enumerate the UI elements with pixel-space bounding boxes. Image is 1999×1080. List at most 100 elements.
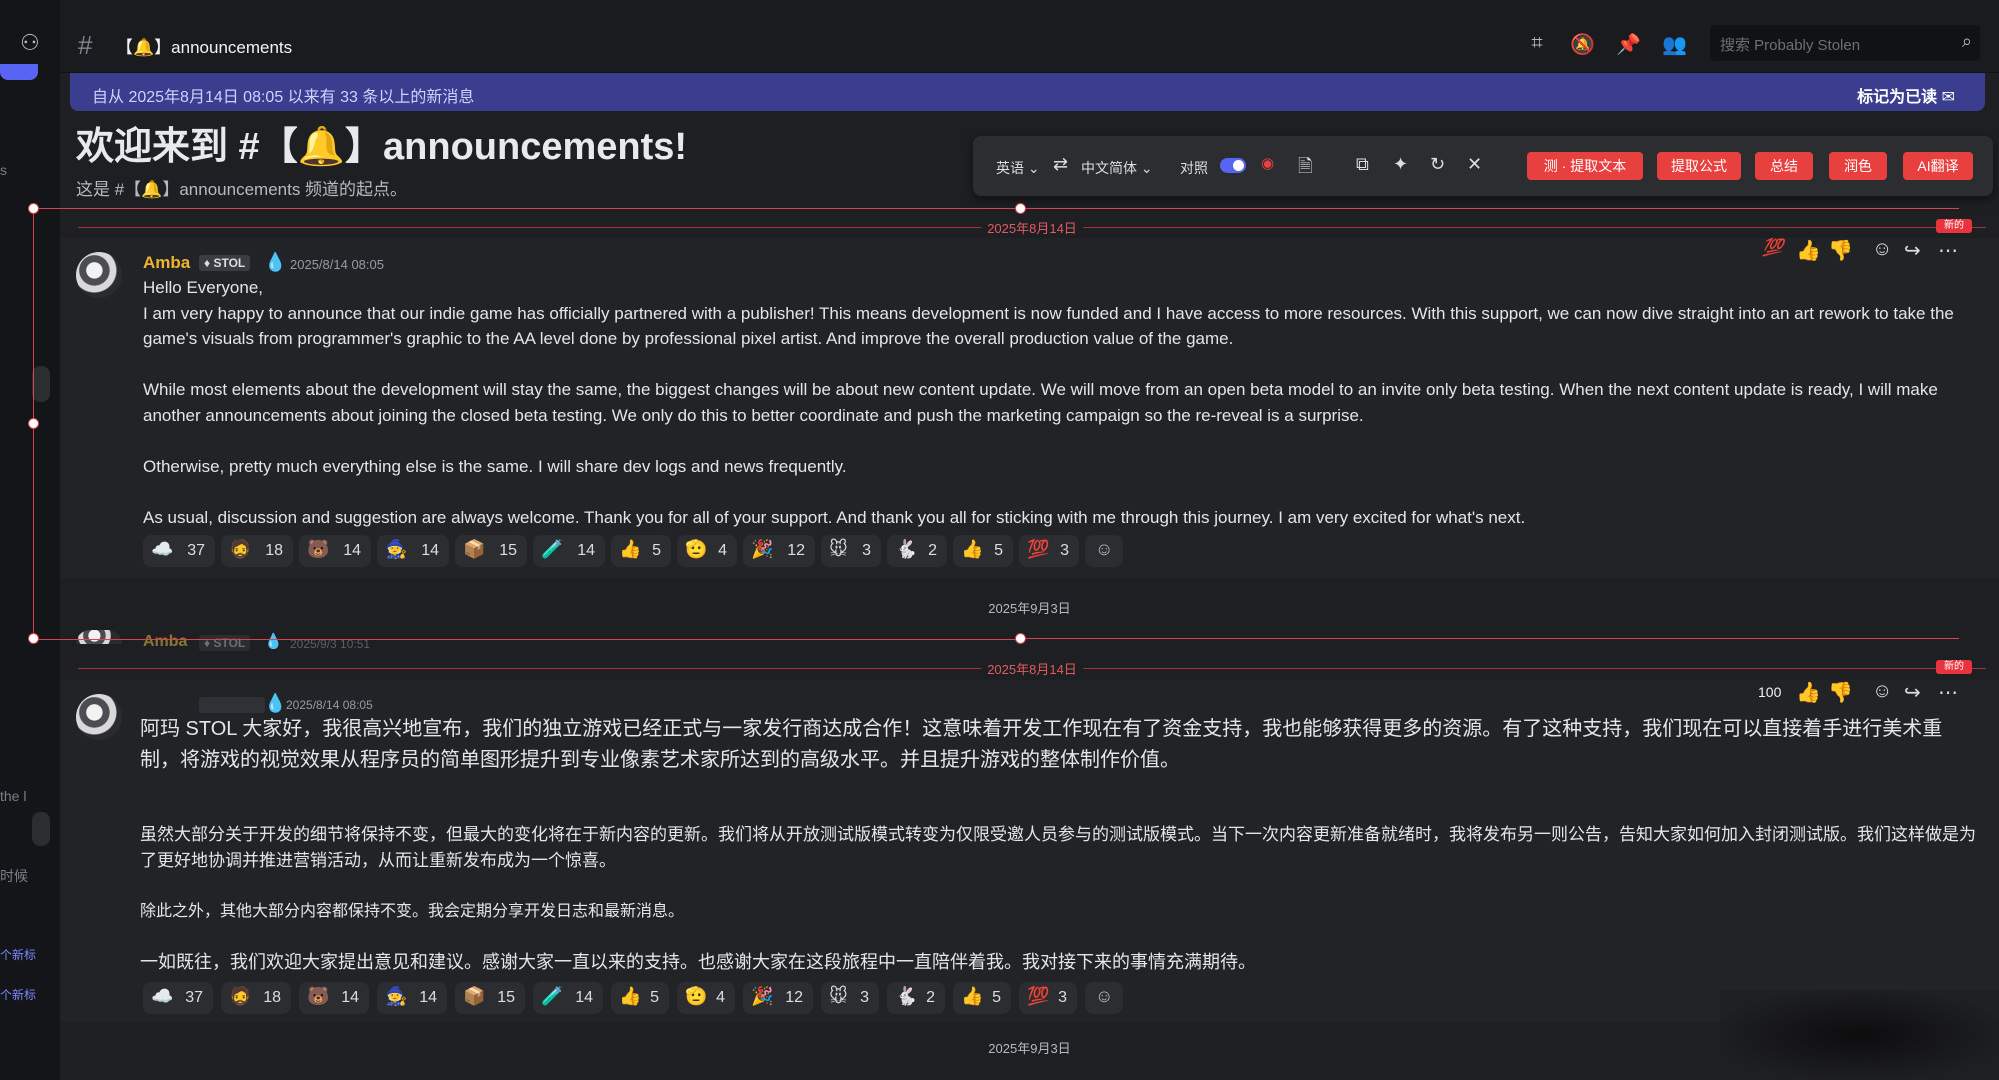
rail-channel-pill[interactable] — [32, 366, 50, 402]
reaction-chip[interactable]: 📦 15 — [455, 535, 527, 567]
water-drop-icon: 💧 — [264, 693, 287, 713]
members-icon[interactable]: 👥 — [1662, 32, 1687, 56]
more-icon[interactable]: ⋯ — [1938, 680, 1958, 705]
reaction-emoji: 🐻 — [307, 539, 330, 559]
divider-date: 2025年8月14日 — [981, 218, 1083, 237]
summary-button[interactable]: 总结 — [1755, 152, 1813, 180]
hundred-reaction-label[interactable]: 100 — [1758, 684, 1781, 700]
add-reaction-icon[interactable]: ☺ — [1872, 238, 1892, 261]
record-icon[interactable]: ◉ — [1261, 154, 1274, 172]
message-chinese[interactable]: 💧 2025/8/14 08:05 100 👍 👎 ☺ ↪ ⋯ 阿玛 STOL … — [60, 680, 1999, 1022]
reaction-chip[interactable]: ☁️ 37 — [143, 535, 215, 567]
reaction-count: 18 — [263, 989, 281, 1006]
avatar[interactable] — [76, 252, 122, 298]
reaction-chip[interactable]: 👍 5 — [953, 982, 1011, 1014]
reaction-chip[interactable]: 🎉 12 — [743, 982, 813, 1014]
reaction-chip[interactable]: 🧔 18 — [221, 982, 291, 1014]
add-reaction-button[interactable]: ☺ — [1085, 982, 1123, 1014]
ai-translate-button[interactable]: AI翻译 — [1903, 152, 1973, 180]
thumbs-down-icon[interactable]: 👎 — [1828, 238, 1853, 263]
mark-as-read-button[interactable]: 标记为已读 ✉ — [1857, 83, 1955, 107]
date-separator: 2025年9月3日 — [988, 601, 1071, 616]
refresh-icon[interactable]: ↻ — [1430, 154, 1445, 175]
more-icon[interactable]: ⋯ — [1938, 238, 1958, 263]
reaction-emoji: 👍 — [619, 539, 642, 559]
save-icon[interactable]: 🗎 — [1298, 154, 1312, 184]
add-member-icon[interactable]: ⚇ — [20, 30, 40, 56]
pin-toolbar-icon[interactable]: ✦ — [1393, 154, 1408, 175]
message-english[interactable]: Amba ♦ STOL 💧 2025/8/14 08:05 💯 👍 👎 ☺ ↪ … — [60, 238, 1999, 578]
reaction-chip[interactable]: 🎉 12 — [743, 535, 815, 567]
reaction-emoji: 🐭 — [829, 986, 848, 1006]
reaction-count: 15 — [497, 989, 515, 1006]
resize-handle[interactable] — [28, 418, 39, 429]
target-language-select[interactable]: 中文简体 ⌄ — [1081, 158, 1153, 178]
reaction-chip[interactable]: ☁️ 37 — [143, 982, 213, 1014]
add-reaction-button[interactable]: ☺ — [1085, 535, 1123, 567]
reaction-emoji: 🐭 — [829, 539, 848, 559]
screenshot-icon[interactable]: ⧉ — [1356, 154, 1369, 175]
resize-handle[interactable] — [1015, 203, 1026, 214]
username[interactable]: Amba — [143, 253, 190, 273]
compare-toggle[interactable] — [1220, 158, 1246, 173]
translate-toolbar: 英语 ⌄ ⇄ 中文简体 ⌄ 对照 ◉ 🗎 ⧉ ✦ ↻ ✕ 测 · 提取文本 提取… — [973, 136, 1993, 196]
reaction-chip[interactable]: 👍 5 — [953, 535, 1013, 567]
reaction-chip[interactable]: 🫡 4 — [677, 982, 735, 1014]
reaction-chip[interactable]: 💯 3 — [1019, 982, 1077, 1014]
mute-bell-icon[interactable]: 🔕 — [1570, 32, 1595, 56]
extract-formula-button[interactable]: 提取公式 — [1657, 152, 1741, 180]
reaction-chip[interactable]: 📦 15 — [455, 982, 525, 1014]
thumbs-up-icon[interactable]: 👍 — [1796, 238, 1821, 263]
new-tag: 新的 — [1936, 660, 1972, 674]
resize-handle[interactable] — [28, 203, 39, 214]
hundred-reaction-icon[interactable]: 💯 — [1762, 238, 1783, 258]
welcome-title: 欢迎来到 #【🔔】announcements! — [76, 126, 688, 168]
thumbs-up-icon[interactable]: 👍 — [1796, 680, 1821, 705]
reaction-chip[interactable]: 🐭 3 — [821, 535, 881, 567]
resize-handle[interactable] — [1015, 633, 1026, 644]
reaction-chip[interactable]: 🧪 14 — [533, 982, 603, 1014]
message-paragraph: Otherwise, pretty much everything else i… — [143, 456, 847, 476]
reaction-chip[interactable]: 💯 3 — [1019, 535, 1079, 567]
reaction-count: 14 — [421, 542, 439, 559]
reaction-chip[interactable]: 🫡 4 — [677, 535, 737, 567]
new-messages-bar[interactable]: 自从 2025年8月14日 08:05 以来有 33 条以上的新消息 标记为已读… — [70, 73, 1985, 111]
reaction-chip[interactable]: 🧙 14 — [377, 982, 447, 1014]
reaction-chip[interactable]: 🐇 2 — [887, 535, 947, 567]
reaction-chip[interactable]: 👍 5 — [611, 535, 671, 567]
polish-button[interactable]: 润色 — [1829, 152, 1887, 180]
rail-channel-pill[interactable] — [32, 812, 50, 846]
reaction-emoji: 🧔 — [229, 986, 252, 1006]
source-language-select[interactable]: 英语 ⌄ — [996, 158, 1040, 178]
message-paragraph: While most elements about the developmen… — [143, 380, 1938, 425]
reaction-chip[interactable]: 🧪 14 — [533, 535, 605, 567]
capture-selection-edge — [1020, 208, 1959, 209]
reaction-chip[interactable]: 🐻 14 — [299, 982, 369, 1014]
avatar[interactable] — [76, 694, 122, 740]
thumbs-down-icon[interactable]: 👎 — [1828, 680, 1853, 705]
add-reaction-icon[interactable]: ☺ — [1872, 680, 1892, 703]
reaction-chip[interactable]: 👍 5 — [611, 982, 669, 1014]
pin-icon[interactable]: 📌 — [1616, 32, 1641, 56]
reaction-chip[interactable]: 🧔 18 — [221, 535, 293, 567]
swap-languages-icon[interactable]: ⇄ — [1053, 154, 1068, 175]
reaction-emoji: 🧔 — [229, 539, 252, 559]
reaction-count: 5 — [994, 542, 1003, 559]
forward-icon[interactable]: ↪ — [1904, 680, 1921, 705]
reaction-emoji: 💯 — [1027, 986, 1050, 1006]
extract-text-button[interactable]: 测 · 提取文本 — [1527, 152, 1643, 180]
rail-fragment: 个新标 — [0, 948, 37, 962]
reaction-count: 5 — [992, 989, 1001, 1006]
reaction-chip[interactable]: 🐇 2 — [887, 982, 945, 1014]
reaction-count: 5 — [652, 542, 661, 559]
resize-handle[interactable] — [28, 633, 39, 644]
reaction-chip[interactable]: 🧙 14 — [377, 535, 449, 567]
reaction-chip[interactable]: 🐻 14 — [299, 535, 371, 567]
close-icon[interactable]: ✕ — [1467, 154, 1482, 175]
reaction-emoji: 📦 — [463, 986, 486, 1006]
message-hover-actions: 100 👍 👎 ☺ ↪ ⋯ — [1758, 680, 1982, 712]
forward-icon[interactable]: ↪ — [1904, 238, 1921, 263]
search-input[interactable]: 搜索 Probably Stolen ⌕ — [1710, 25, 1980, 61]
threads-icon[interactable]: ⌗ — [1525, 32, 1549, 56]
reaction-chip[interactable]: 🐭 3 — [821, 982, 879, 1014]
